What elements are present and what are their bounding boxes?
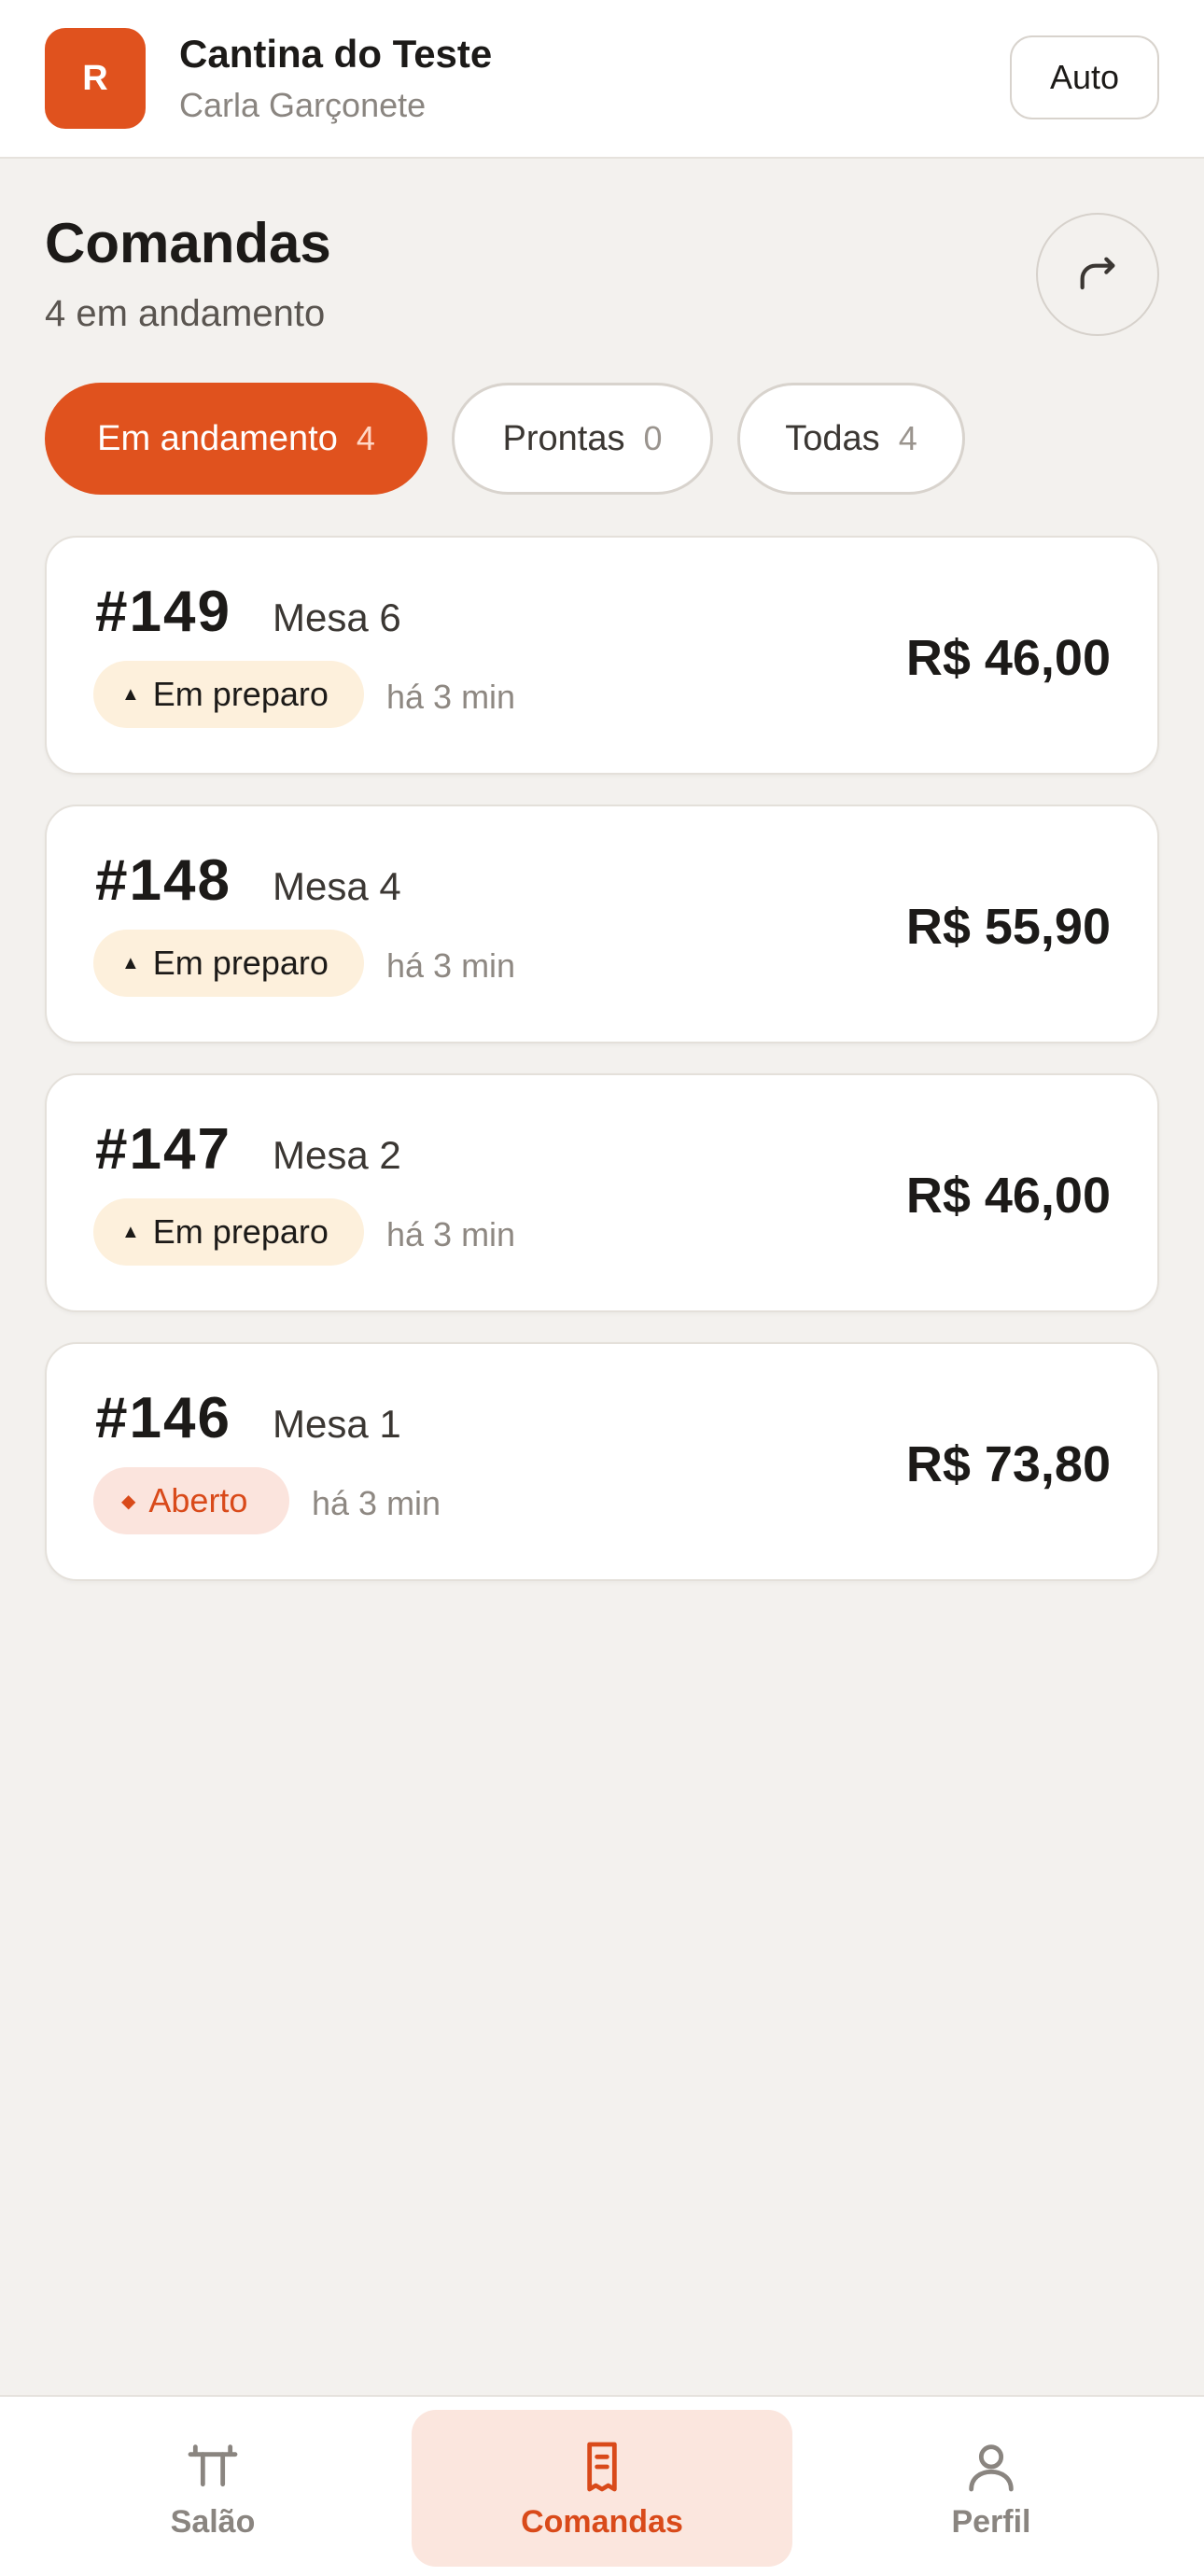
order-amount: R$ 55,90 [905,899,1111,955]
restaurant-name: Cantina do Teste [179,32,493,76]
page-title: Comandas [45,212,331,274]
order-table: Mesa 2 [273,1133,401,1177]
nav-label: Salão [170,2503,256,2540]
restaurant-avatar: R [45,28,146,129]
order-card[interactable]: #146 Mesa 1 ◆ Aberto há 3 min R$ 73,80 [45,1342,1159,1581]
triangle-icon: ▲ [121,1221,140,1242]
tab-em-andamento[interactable]: Em andamento 4 [45,383,427,495]
order-table: Mesa 4 [273,864,401,908]
auto-button[interactable]: Auto [1010,35,1159,119]
status-label: Em preparo [152,675,329,713]
order-amount: R$ 46,00 [905,1168,1111,1224]
tab-label: Todas [785,418,880,458]
order-card[interactable]: #148 Mesa 4 ▲ Em preparo há 3 min R$ 55,… [45,805,1159,1043]
order-number: #149 [95,580,231,644]
triangle-icon: ▲ [121,683,140,705]
refresh-button[interactable] [1036,213,1159,336]
order-time: há 3 min [386,946,516,985]
order-time: há 3 min [386,678,516,716]
table-icon [188,2443,238,2486]
refresh-icon [1080,257,1115,290]
tab-todas[interactable]: Todas 4 [737,383,965,495]
order-number: #147 [95,1117,231,1182]
user-icon [969,2443,1014,2491]
status-badge: ▲ Em preparo [93,661,364,728]
order-amount: R$ 73,80 [905,1436,1111,1492]
order-card[interactable]: #147 Mesa 2 ▲ Em preparo há 3 min R$ 46,… [45,1073,1159,1312]
receipt-icon [587,2442,617,2491]
order-table: Mesa 1 [273,1402,401,1446]
tab-label: Em andamento [97,418,338,458]
order-number: #146 [95,1386,231,1450]
bottom-nav: Salão Comandas Perfil [0,2395,1204,2576]
status-label: Em preparo [152,1212,329,1251]
status-label: Em preparo [152,944,329,982]
order-time: há 3 min [312,1484,441,1522]
status-label: Aberto [148,1481,248,1519]
nav-item-perfil[interactable]: Perfil [801,2410,1182,2567]
tab-count: 4 [356,419,375,457]
triangle-icon: ▲ [121,952,140,973]
page-subtitle: 4 em andamento [45,293,326,334]
nav-label: Comandas [521,2503,683,2540]
status-badge: ◆ Aberto [93,1467,289,1534]
user-name: Carla Garçonete [179,86,427,124]
nav-item-salao[interactable]: Salão [22,2410,403,2567]
top-bar: R Cantina do Teste Carla Garçonete Auto [0,0,1204,159]
status-badge: ▲ Em preparo [93,1198,364,1266]
nav-label: Perfil [951,2503,1031,2540]
app-root: R Cantina do Teste Carla Garçonete Auto … [0,0,1204,2576]
nav-item-comandas[interactable]: Comandas [412,2410,792,2567]
order-number: #148 [95,848,231,913]
tab-prontas[interactable]: Prontas 0 [452,383,713,495]
tab-count: 0 [643,419,663,457]
order-table: Mesa 6 [273,595,401,639]
order-amount: R$ 46,00 [905,630,1111,686]
status-badge: ▲ Em preparo [93,930,364,997]
tab-count: 4 [898,419,917,457]
order-time: há 3 min [386,1215,516,1253]
tab-label: Prontas [502,418,625,458]
order-card[interactable]: #149 Mesa 6 ▲ Em preparo há 3 min R$ 46,… [45,536,1159,775]
diamond-icon: ◆ [121,1491,136,1512]
